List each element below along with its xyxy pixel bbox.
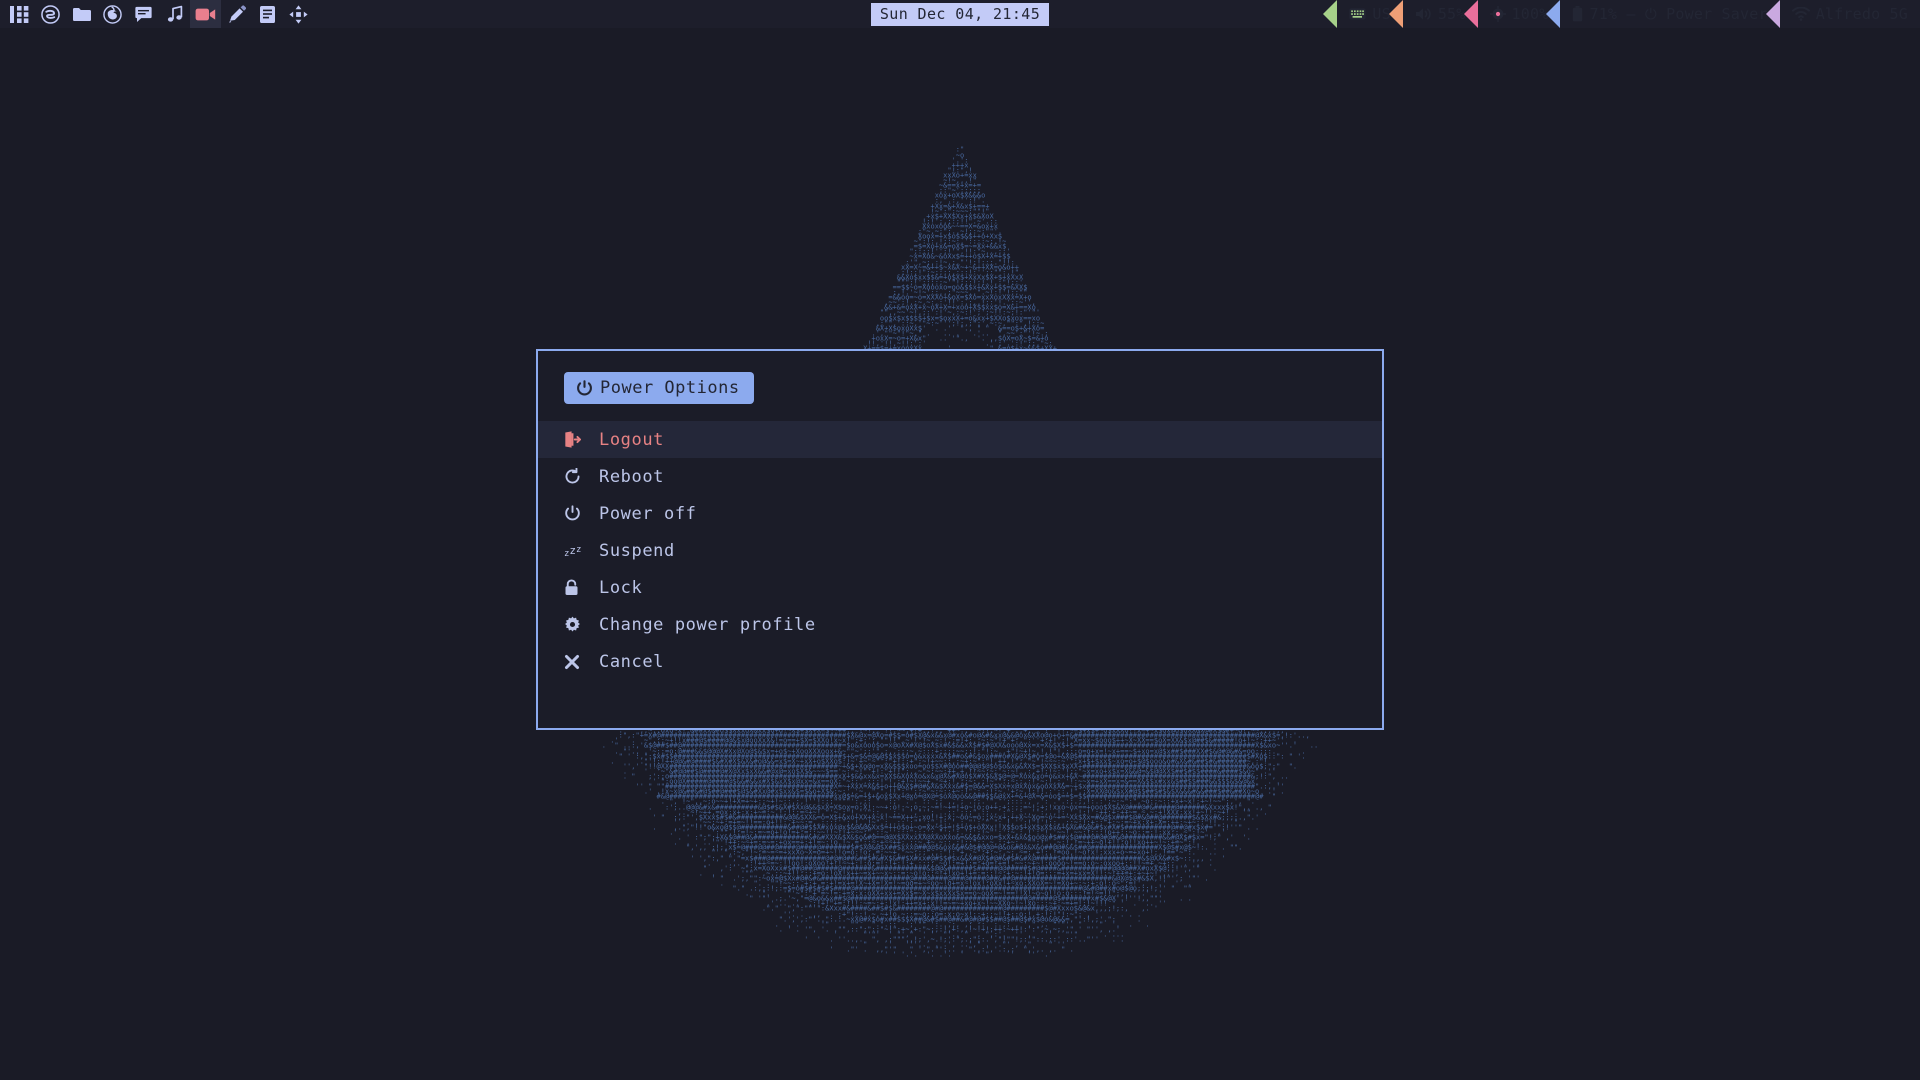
- music-note-icon[interactable]: [159, 0, 190, 28]
- segment-arrow: [1765, 0, 1780, 28]
- menu-item-reboot[interactable]: Reboot: [538, 458, 1382, 495]
- status-tray: US 55% 100% 71% – ⏻ Power Saver Alfredo …: [1323, 0, 1920, 28]
- menu-item-power-off[interactable]: Power off: [538, 495, 1382, 532]
- chat-icon[interactable]: [128, 0, 159, 28]
- padlock-icon: [564, 579, 590, 596]
- speaker-icon: [1415, 7, 1432, 21]
- document-icon[interactable]: [252, 0, 283, 28]
- menu-item-label: Logout: [599, 429, 665, 450]
- segment-arrow: [1388, 0, 1403, 28]
- battery-icon: [1572, 6, 1583, 22]
- menu-item-suspend[interactable]: zzz Suspend: [538, 532, 1382, 569]
- dialog-title: Power Options: [600, 378, 740, 398]
- menu-item-logout[interactable]: Logout: [538, 421, 1382, 458]
- menu-item-change-power-profile[interactable]: Change power profile: [538, 606, 1382, 643]
- menu-item-lock[interactable]: Lock: [538, 569, 1382, 606]
- power-options-dialog: Power Options Logout Reboot Power off zzz…: [536, 349, 1384, 730]
- segment-arrow: [1546, 0, 1561, 28]
- move-arrows-icon[interactable]: [283, 0, 314, 28]
- menu-item-label: Change power profile: [599, 614, 816, 635]
- menu-item-label: Lock: [599, 577, 643, 598]
- segment-arrow: [1323, 0, 1338, 28]
- segment-arrow: [1463, 0, 1478, 28]
- menu-item-cancel[interactable]: Cancel: [538, 643, 1382, 680]
- menu-item-label: Cancel: [599, 651, 665, 672]
- status-network[interactable]: Alfredo 5G: [1765, 0, 1920, 28]
- power-options-title-button[interactable]: Power Options: [564, 372, 754, 404]
- power-icon: [576, 379, 593, 397]
- status-battery[interactable]: 71% – ⏻ Power Saver: [1546, 0, 1779, 28]
- wifi-icon: [1791, 7, 1810, 21]
- keyboard-icon: [1349, 8, 1366, 20]
- sleep-zzz-icon: zzz: [564, 543, 582, 559]
- app-launcher-button[interactable]: [4, 0, 35, 28]
- menu-item-label: Reboot: [599, 466, 665, 487]
- volume-label: 55%: [1437, 5, 1466, 23]
- power-icon: [564, 505, 590, 522]
- network-label: Alfredo 5G: [1815, 5, 1908, 23]
- logout-door-icon: [564, 431, 590, 448]
- folder-icon[interactable]: [66, 0, 97, 28]
- gear-icon: [564, 616, 590, 633]
- brightness-icon: [1489, 6, 1506, 22]
- reboot-arrow-icon: [564, 468, 590, 485]
- power-options-menu: Logout Reboot Power off zzz Suspend Lock C…: [538, 421, 1382, 680]
- close-x-icon: [564, 654, 590, 670]
- firefox-icon[interactable]: [97, 0, 128, 28]
- menu-item-label: Power off: [599, 503, 697, 524]
- clock[interactable]: Sun Dec 04, 21:45: [870, 2, 1050, 26]
- brightness-label: 100%: [1511, 5, 1549, 23]
- menu-item-label: Suspend: [599, 540, 675, 561]
- taskbar-app-icons: [0, 0, 314, 28]
- video-camera-icon[interactable]: [190, 0, 221, 28]
- pencil-icon[interactable]: [221, 0, 252, 28]
- emacs-icon[interactable]: [35, 0, 66, 28]
- dialog-header: Power Options: [538, 351, 1382, 404]
- battery-label: 71% – ⏻ Power Saver: [1589, 5, 1768, 23]
- top-panel: Sun Dec 04, 21:45 US 55% 100% 71% – ⏻ Po…: [0, 0, 1920, 28]
